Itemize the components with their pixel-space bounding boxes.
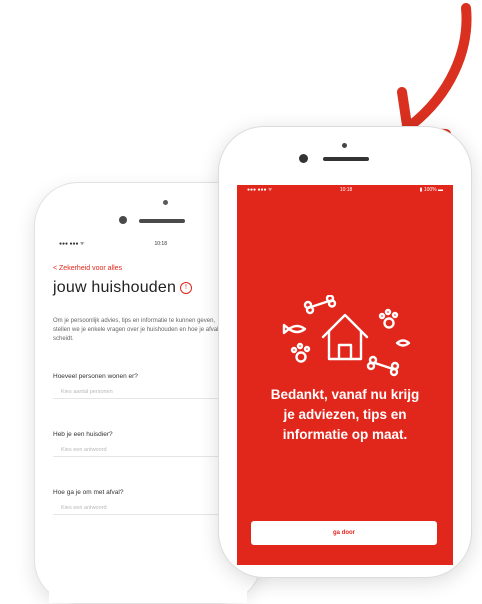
message-line-1: Bedankt, vanaf nu krijg bbox=[270, 387, 420, 402]
house-with-pets-icon bbox=[282, 295, 411, 377]
earpiece-speaker bbox=[323, 157, 369, 161]
signal-indicator: ●●● ●●● ᯤ bbox=[59, 241, 85, 247]
proximity-sensor bbox=[163, 200, 168, 205]
page-title: jouw huishouden! bbox=[53, 279, 193, 297]
battery-indicator: ▮ 100% ▬ bbox=[419, 187, 443, 193]
question-label-persons: Hoeveel personen wonen er? bbox=[53, 373, 138, 380]
persons-select[interactable]: Kies aantal personen bbox=[53, 385, 233, 399]
status-bar: ●●● ●●● ᯤ 10:18 ▮ 100% ▬ bbox=[237, 185, 453, 201]
front-phone: ●●● ●●● ᯤ 10:18 ▮ 100% ▬ Bedankt, vanaf … bbox=[218, 126, 472, 578]
question-label-pet: Heb je een huisdier? bbox=[53, 431, 113, 438]
front-camera bbox=[299, 154, 308, 163]
proximity-sensor bbox=[342, 143, 347, 148]
back-link[interactable]: < Zekerheid voor alles bbox=[53, 265, 122, 272]
status-time: 10:18 bbox=[339, 187, 353, 193]
waste-select[interactable]: Kies een antwoord bbox=[53, 501, 233, 515]
earpiece-speaker bbox=[139, 219, 185, 223]
info-circle-icon[interactable]: ! bbox=[180, 281, 193, 294]
status-time: 10:18 bbox=[154, 241, 167, 247]
front-camera bbox=[119, 216, 127, 224]
signal-indicator: ●●● ●●● ᯤ bbox=[247, 187, 273, 193]
continue-button[interactable]: ga door bbox=[251, 521, 437, 545]
pet-select[interactable]: Kies een antwoord bbox=[53, 443, 233, 457]
page-title-text: jouw huishouden bbox=[53, 279, 177, 296]
intro-text: Om je persoonlijk advies, tips en inform… bbox=[53, 318, 219, 342]
question-label-waste: Hoe ga je om met afval? bbox=[53, 489, 124, 496]
front-phone-screen: ●●● ●●● ᯤ 10:18 ▮ 100% ▬ Bedankt, vanaf … bbox=[237, 185, 453, 565]
message-line-3: informatie op maat. bbox=[282, 427, 408, 442]
message-line-2: je adviezen, tips en bbox=[283, 407, 407, 422]
confirmation-message: Bedankt, vanaf nu krijg je adviezen, tip… bbox=[247, 385, 443, 445]
